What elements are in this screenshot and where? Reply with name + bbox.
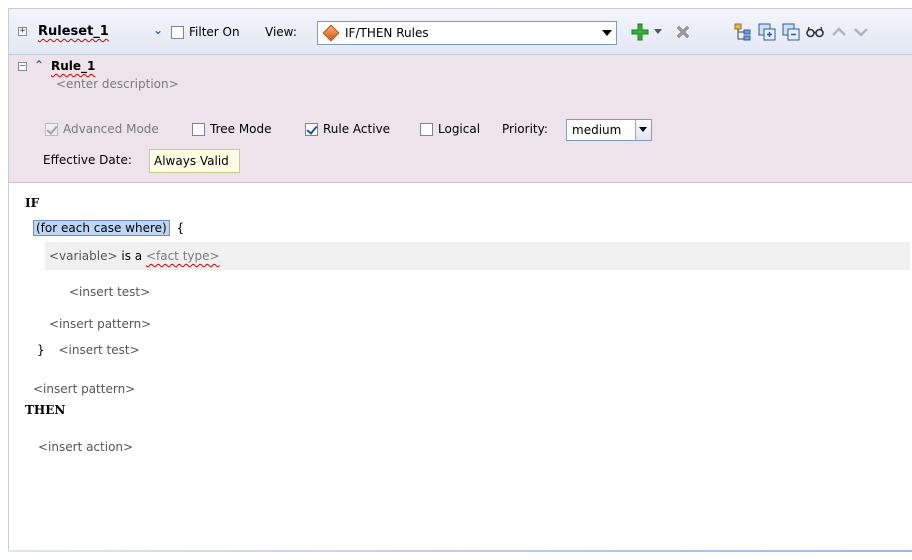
then-keyword: THEN bbox=[25, 403, 66, 417]
priority-select[interactable]: medium bbox=[566, 119, 652, 141]
add-dropdown-icon[interactable] bbox=[653, 26, 663, 38]
effective-date-value: Always Valid bbox=[154, 154, 229, 168]
effective-date-label: Effective Date: bbox=[43, 153, 132, 167]
insert-test-inner[interactable]: <insert test> bbox=[69, 285, 150, 299]
rules-editor: + Ruleset_1 ⌄ Filter On View: IF/THEN Ru… bbox=[8, 8, 912, 552]
logical-label: Logical bbox=[438, 122, 481, 136]
priority-dropdown-icon[interactable] bbox=[635, 120, 651, 140]
delete-icon[interactable] bbox=[673, 22, 693, 42]
move-up-icon[interactable] bbox=[829, 22, 849, 42]
view-select[interactable]: IF/THEN Rules bbox=[317, 21, 617, 45]
expand-icon[interactable]: + bbox=[18, 27, 27, 36]
insert-action[interactable]: <insert action> bbox=[38, 440, 133, 454]
tree-mode-label: Tree Mode bbox=[210, 122, 272, 136]
collapse-up-icon[interactable]: ⌃ bbox=[34, 58, 44, 72]
glasses-icon[interactable] bbox=[805, 22, 825, 42]
rule-active-label: Rule Active bbox=[323, 122, 391, 136]
tree-mode-checkbox[interactable] bbox=[192, 122, 205, 136]
variable-placeholder[interactable]: <variable> bbox=[49, 249, 118, 263]
open-brace: { bbox=[176, 221, 185, 235]
dropdown-arrow-icon[interactable] bbox=[602, 30, 612, 36]
bottom-edge bbox=[8, 550, 912, 552]
rule-name[interactable]: Rule_1 bbox=[51, 59, 95, 73]
ruleset-toolbar: + Ruleset_1 ⌄ Filter On View: IF/THEN Ru… bbox=[9, 9, 912, 55]
fact-type-placeholder[interactable]: <fact type> bbox=[146, 249, 220, 263]
rule-header: – ⌃ Rule_1 <enter description> Advanced … bbox=[9, 55, 912, 183]
priority-value: medium bbox=[572, 123, 622, 137]
close-brace: } bbox=[37, 343, 45, 357]
insert-test-outer[interactable]: <insert test> bbox=[58, 343, 139, 357]
insert-pattern-outer[interactable]: <insert pattern> bbox=[33, 382, 135, 396]
filter-label: Filter On bbox=[189, 25, 240, 39]
priority-label: Priority: bbox=[502, 122, 548, 136]
add-icon[interactable] bbox=[629, 21, 651, 43]
collapse-down-icon[interactable]: ⌄ bbox=[153, 23, 163, 37]
rules-diamond-icon bbox=[322, 24, 340, 42]
if-keyword: IF bbox=[25, 196, 40, 210]
rule-description[interactable]: <enter description> bbox=[56, 77, 179, 91]
insert-pattern-inner[interactable]: <insert pattern> bbox=[49, 317, 151, 331]
rule-active-checkbox[interactable] bbox=[305, 122, 318, 136]
expand-all-icon[interactable] bbox=[757, 22, 777, 42]
move-down-icon[interactable] bbox=[851, 22, 871, 42]
for-each-case-where[interactable]: (for each case where) bbox=[33, 220, 170, 236]
is-a-text: is a bbox=[121, 249, 143, 263]
logical-checkbox[interactable] bbox=[420, 122, 433, 136]
ruleset-name[interactable]: Ruleset_1 bbox=[38, 24, 109, 39]
tree-icon[interactable] bbox=[733, 22, 753, 42]
advanced-mode-label: Advanced Mode bbox=[63, 122, 159, 136]
advanced-mode-checkbox bbox=[45, 122, 58, 136]
collapse-icon[interactable]: – bbox=[18, 62, 27, 71]
view-value: IF/THEN Rules bbox=[345, 26, 429, 40]
collapse-all-icon[interactable] bbox=[781, 22, 801, 42]
filter-checkbox[interactable] bbox=[171, 25, 184, 39]
effective-date-field[interactable]: Always Valid bbox=[149, 149, 240, 173]
view-label: View: bbox=[265, 25, 297, 39]
